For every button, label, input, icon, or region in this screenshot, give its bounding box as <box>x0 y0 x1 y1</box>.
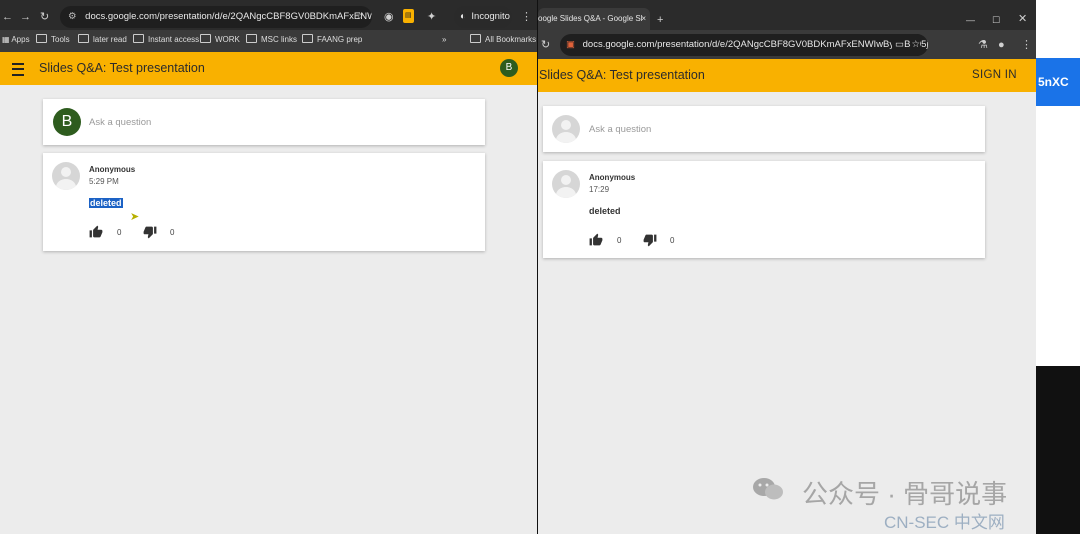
puzzle-icon[interactable]: ✦ <box>427 10 436 24</box>
reload-icon[interactable]: ↻ <box>541 38 550 52</box>
thumbs-down-icon[interactable] <box>143 226 157 239</box>
question-author: Anonymous <box>89 165 136 174</box>
more-bookmarks-icon[interactable]: » <box>442 33 446 47</box>
right-url-text: docs.google.com/presentation/d/e/2QANgcC… <box>582 39 928 50</box>
right-active-tab[interactable]: oogle Slides Q&A - Google Sl × <box>538 8 650 30</box>
sign-in-button[interactable]: SIGN IN <box>972 69 1017 81</box>
user-avatar[interactable]: B <box>500 59 518 77</box>
bookmark-star-icon[interactable]: ☆ <box>355 6 364 28</box>
ask-question-input[interactable]: Ask a question <box>89 117 151 128</box>
bookmark-later-read[interactable]: later read <box>78 33 127 47</box>
left-browser-chrome: ← → ↻ ⚙ docs.google.com/presentation/d/e… <box>0 0 537 52</box>
folder-icon <box>470 34 481 43</box>
incognito-label: Incognito <box>471 11 510 22</box>
upvote-count: 0 <box>617 236 622 245</box>
right-browser-chrome: oogle Slides Q&A - Google Sl × + — ☐ ✕ ↻… <box>538 0 1037 59</box>
bookmark-label: Apps <box>11 35 30 44</box>
new-tab-icon[interactable]: + <box>657 13 663 27</box>
question-time: 17:29 <box>589 185 610 194</box>
anonymous-avatar <box>552 170 580 198</box>
tab-close-icon[interactable]: × <box>641 8 646 30</box>
bookmark-label: Tools <box>51 35 70 44</box>
question-text: deleted <box>589 206 621 216</box>
watermark-secondary: CN-SEC 中文网 <box>884 513 1005 532</box>
anonymous-avatar <box>52 162 80 190</box>
right-address-bar[interactable]: ▣ docs.google.com/presentation/d/e/2QANg… <box>560 34 928 56</box>
bookmark-label: All Bookmarks <box>485 35 537 44</box>
folder-icon <box>302 34 313 43</box>
downvote-count: 0 <box>170 228 175 237</box>
bookmark-instant-access[interactable]: Instant access <box>133 33 199 47</box>
incognito-chip[interactable]: ◐ Incognito <box>454 6 512 28</box>
left-app-bar: Slides Q&A: Test presentation B <box>0 52 537 85</box>
back-icon[interactable]: ← <box>2 10 13 24</box>
bookmark-faang-prep[interactable]: FAANG prep <box>302 33 362 47</box>
watermark-text: 公众号 · 骨哥说事 <box>802 479 1008 509</box>
bookmark-label: FAANG prep <box>317 35 363 44</box>
left-address-bar[interactable]: ⚙ docs.google.com/presentation/d/e/2QANg… <box>60 6 372 28</box>
extension-icon[interactable]: ◉ <box>384 10 394 24</box>
left-browser-window: ← → ↻ ⚙ docs.google.com/presentation/d/e… <box>0 0 537 534</box>
bookmark-work[interactable]: WORK <box>200 33 240 47</box>
forward-icon[interactable]: → <box>20 10 31 24</box>
bookmark-star-icon[interactable]: ☆ <box>911 34 920 56</box>
folder-icon <box>200 34 211 43</box>
mouse-cursor-icon: ➤ <box>130 211 140 223</box>
reload-icon[interactable]: ↻ <box>40 10 49 24</box>
wechat-logo-icon <box>753 478 783 500</box>
bookmark-label: MSC links <box>261 35 298 44</box>
incognito-icon: ◐ <box>460 11 466 22</box>
menu-kebab-icon[interactable]: ⋮ <box>1021 38 1032 52</box>
tab-title: oogle Slides Q&A - Google Sl <box>538 14 643 23</box>
left-ask-card[interactable]: B Ask a question <box>43 99 485 145</box>
reader-mode-icon[interactable]: ▭ <box>892 34 904 56</box>
minimize-icon[interactable]: — <box>966 13 975 27</box>
right-app-bar: Slides Q&A: Test presentation SIGN IN <box>538 59 1037 92</box>
thumbs-down-icon[interactable] <box>643 234 657 247</box>
bookmark-apps[interactable]: ▦ Apps <box>2 33 30 47</box>
apps-icon: ▦ <box>2 35 10 44</box>
extension-badge-icon[interactable]: ▤ <box>403 9 414 23</box>
window-close-icon[interactable]: ✕ <box>1018 12 1027 26</box>
upvote-count: 0 <box>117 228 122 237</box>
bookmarks-bar: ▦ Apps Tools later read Instant access W… <box>0 30 537 50</box>
anonymous-avatar <box>552 115 580 143</box>
right-question-card: Anonymous 17:29 deleted 0 0 <box>543 161 985 258</box>
bookmark-label: Instant access <box>148 35 200 44</box>
folder-icon <box>78 34 89 43</box>
maximize-icon[interactable]: ☐ <box>992 13 1000 27</box>
folder-icon <box>36 34 47 43</box>
thumbs-up-icon[interactable] <box>89 225 103 238</box>
right-ask-card[interactable]: Ask a question <box>543 106 985 152</box>
left-url-text: docs.google.com/presentation/d/e/2QANgcC… <box>85 11 372 22</box>
thumbs-up-icon[interactable] <box>589 233 603 246</box>
question-text: deleted <box>89 198 123 208</box>
folder-icon <box>133 34 144 43</box>
right-browser-window: oogle Slides Q&A - Google Sl × + — ☐ ✕ ↻… <box>537 0 1037 534</box>
background-window-strip: 5nXC <box>1036 0 1080 534</box>
bookmark-tools[interactable]: Tools <box>36 33 70 47</box>
labs-icon[interactable]: ⚗ <box>978 38 988 52</box>
question-author: Anonymous <box>589 173 636 182</box>
folder-icon <box>246 34 257 43</box>
bookmark-msc-links[interactable]: MSC links <box>246 33 297 47</box>
bookmark-label: WORK <box>215 35 240 44</box>
right-page-title: Slides Q&A: Test presentation <box>539 68 705 82</box>
question-time: 5:29 PM <box>89 177 119 186</box>
bookmark-label: later read <box>93 35 127 44</box>
downvote-count: 0 <box>670 236 675 245</box>
menu-kebab-icon[interactable]: ⋮ <box>521 10 532 24</box>
left-page-title: Slides Q&A: Test presentation <box>39 61 205 75</box>
left-question-card: Anonymous 5:29 PM deleted ➤ 0 0 <box>43 153 485 251</box>
profile-icon[interactable]: ● <box>998 38 1005 52</box>
site-settings-icon[interactable]: ⚙ <box>68 11 77 22</box>
ask-question-input[interactable]: Ask a question <box>589 124 651 135</box>
background-window-label: 5nXC <box>1036 58 1080 106</box>
slides-favicon-icon: ▣ <box>566 39 575 50</box>
background-dark-panel <box>1036 366 1080 534</box>
hamburger-menu-icon[interactable] <box>12 63 24 76</box>
bookmark-all-bookmarks[interactable]: All Bookmarks <box>470 33 536 47</box>
asker-avatar: B <box>53 108 81 136</box>
